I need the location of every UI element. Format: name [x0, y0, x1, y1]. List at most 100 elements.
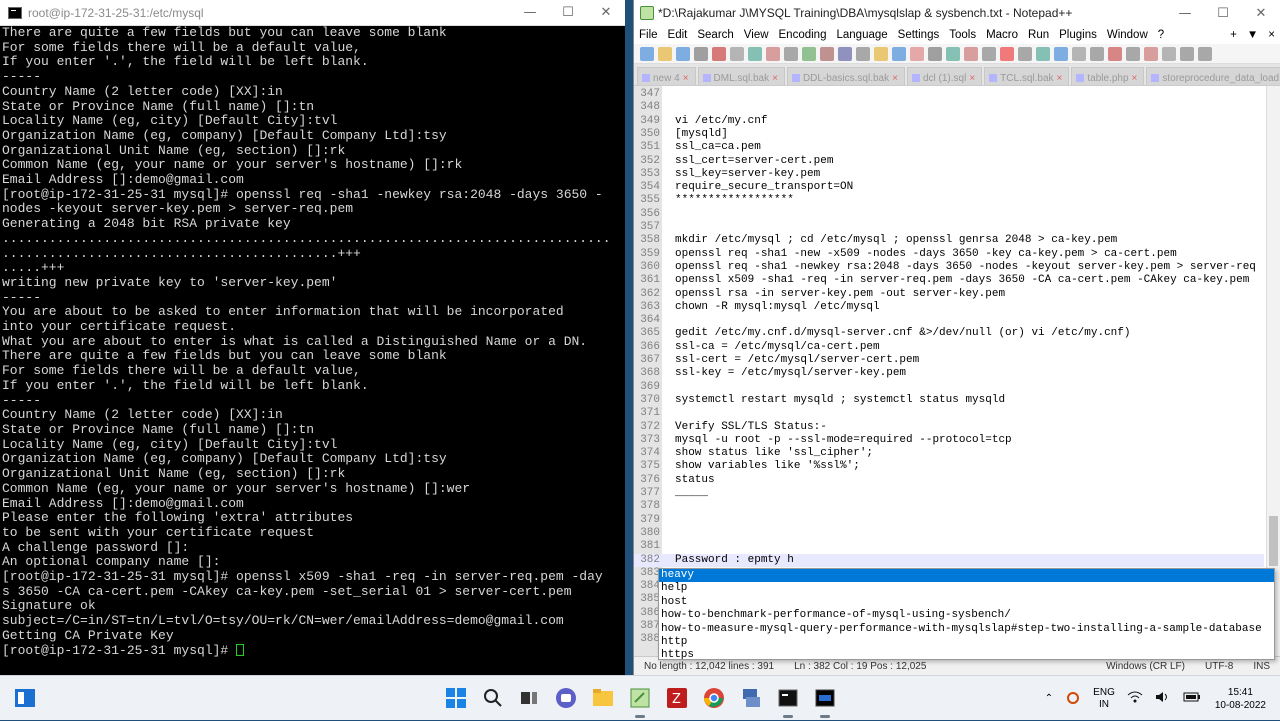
autocomplete-item[interactable]: http: [659, 636, 1274, 649]
menu-right-control[interactable]: +: [1225, 29, 1242, 41]
toolbar-button-icon[interactable]: [694, 46, 708, 61]
chrome-icon[interactable]: [701, 685, 727, 711]
toolbar-button-icon[interactable]: [910, 46, 924, 61]
menu-plugins[interactable]: Plugins: [1054, 29, 1102, 41]
editor-line[interactable]: 375 show variables like '%ssl%';: [634, 460, 1264, 473]
file-tab[interactable]: dcl (1).sql ×: [906, 67, 983, 85]
file-tab[interactable]: new 4 ×: [637, 67, 696, 85]
editor-line[interactable]: 365 gedit /etc/my.cnf.d/mysql-server.cnf …: [634, 327, 1264, 340]
toolbar-button-icon[interactable]: [874, 46, 888, 61]
desktop-switcher-icon[interactable]: [12, 685, 38, 711]
editor-line[interactable]: 361 openssl x509 -sha1 -req -in server-re…: [634, 274, 1264, 287]
menu-file[interactable]: File: [634, 29, 663, 41]
minimize-button[interactable]: —: [511, 0, 549, 26]
filezilla-icon[interactable]: Z: [664, 685, 690, 711]
file-tab[interactable]: table.php ×: [1071, 67, 1145, 85]
editor-line[interactable]: 380: [634, 527, 1264, 540]
menu-run[interactable]: Run: [1023, 29, 1054, 41]
toolbar-button-icon[interactable]: [1018, 46, 1032, 61]
npp-maximize-button[interactable]: ☐: [1204, 0, 1242, 26]
toolbar-button-icon[interactable]: [640, 46, 654, 61]
editor-line[interactable]: 362 openssl rsa -in server-key.pem -out s…: [634, 288, 1264, 301]
toolbar-button-icon[interactable]: [1036, 46, 1050, 61]
autocomplete-item[interactable]: how-to-measure-mysql-query-performance-w…: [659, 623, 1274, 636]
chevron-up-icon[interactable]: ⌃: [1039, 693, 1059, 704]
terminal-window[interactable]: root@ip-172-31-25-31:/etc/mysql — ☐ ✕ Th…: [0, 0, 625, 675]
battery-icon[interactable]: [1177, 692, 1207, 705]
menu-right-control[interactable]: ▼: [1242, 29, 1263, 41]
task-view-icon[interactable]: [516, 685, 542, 711]
editor-line[interactable]: 367 ssl-cert = /etc/mysql/server-cert.pem: [634, 354, 1264, 367]
clock[interactable]: 15:41 10-08-2022: [1207, 686, 1280, 712]
menu-window[interactable]: Window: [1102, 29, 1153, 41]
search-icon[interactable]: [480, 685, 506, 711]
editor-line[interactable]: 349 vi /etc/my.cnf: [634, 115, 1264, 128]
editor-line[interactable]: 355 ******************: [634, 194, 1264, 207]
toolbar-button-icon[interactable]: [658, 46, 672, 61]
npp-titlebar[interactable]: *D:\Rajakumar J\MYSQL Training\DBA\mysql…: [634, 0, 1280, 26]
menu-edit[interactable]: Edit: [663, 29, 693, 41]
tab-close-icon[interactable]: ×: [772, 73, 778, 84]
editor-line[interactable]: 347: [634, 88, 1264, 101]
editor-line[interactable]: 381: [634, 540, 1264, 553]
toolbar-button-icon[interactable]: [1000, 46, 1014, 61]
editor-line[interactable]: 377 _____: [634, 487, 1264, 500]
editor-line[interactable]: 359 openssl req -sha1 -new -x509 -nodes -…: [634, 248, 1264, 261]
file-tab[interactable]: storeprocedure_data_load.sql×: [1146, 67, 1280, 85]
putty-icon[interactable]: [738, 685, 764, 711]
tab-close-icon[interactable]: ×: [892, 73, 898, 84]
terminal-taskbar-icon[interactable]: [775, 685, 801, 718]
toolbar-button-icon[interactable]: [748, 46, 762, 61]
editor-line[interactable]: 348: [634, 101, 1264, 114]
file-tab[interactable]: DDL-basics.sql.bak ×: [786, 67, 905, 85]
autocomplete-list[interactable]: heavy help host how-to-benchmark-performanc…: [658, 568, 1275, 660]
menu-language[interactable]: Language: [831, 29, 892, 41]
close-button[interactable]: ✕: [587, 0, 625, 26]
tab-close-icon[interactable]: ×: [683, 73, 689, 84]
menu-settings[interactable]: Settings: [893, 29, 945, 41]
teams-chat-icon[interactable]: [553, 685, 579, 711]
editor-line[interactable]: 356: [634, 208, 1264, 221]
autocomplete-item[interactable]: https: [659, 649, 1274, 659]
notepad-plus-plus-taskbar-icon[interactable]: [627, 685, 653, 718]
toolbar-button-icon[interactable]: [1198, 46, 1212, 61]
autocomplete-item[interactable]: heavy: [659, 569, 1274, 583]
editor-line[interactable]: 369: [634, 381, 1264, 394]
editor-line[interactable]: 352 ssl_cert=server-cert.pem: [634, 155, 1264, 168]
toolbar-button-icon[interactable]: [1090, 46, 1104, 61]
toolbar-button-icon[interactable]: [1144, 46, 1158, 61]
toolbar-button-icon[interactable]: [838, 46, 852, 61]
editor-line[interactable]: 353 ssl_key=server-key.pem: [634, 168, 1264, 181]
editor-line[interactable]: 364: [634, 314, 1264, 327]
windows-start-icon[interactable]: [443, 685, 469, 711]
autocomplete-item[interactable]: host: [659, 596, 1274, 609]
editor-line[interactable]: 357: [634, 221, 1264, 234]
tab-close-icon[interactable]: ×: [1132, 73, 1138, 84]
autocomplete-item[interactable]: help: [659, 582, 1274, 595]
editor-line[interactable]: 366 ssl-ca = /etc/mysql/ca-cert.pem: [634, 341, 1264, 354]
editor-line[interactable]: 373 mysql -u root -p --ssl-mode=required …: [634, 434, 1264, 447]
terminal-prompt-line[interactable]: [root@ip-172-31-25-31 mysql]#: [2, 643, 623, 659]
toolbar-button-icon[interactable]: [1162, 46, 1176, 61]
editor-line[interactable]: 371: [634, 407, 1264, 420]
menu-tools[interactable]: Tools: [944, 29, 981, 41]
volume-icon[interactable]: [1149, 691, 1177, 706]
tab-close-icon[interactable]: ×: [1057, 73, 1063, 84]
editor-line[interactable]: 378: [634, 500, 1264, 513]
editor-line[interactable]: 374 show status like 'ssl_cipher';: [634, 447, 1264, 460]
npp-close-button[interactable]: ✕: [1242, 0, 1280, 26]
terminal-titlebar[interactable]: root@ip-172-31-25-31:/etc/mysql — ☐ ✕: [0, 0, 625, 26]
menu-view[interactable]: View: [739, 29, 774, 41]
toolbar-button-icon[interactable]: [892, 46, 906, 61]
editor-line[interactable]: 363 chown -R mysql:mysql /etc/mysql: [634, 301, 1264, 314]
toolbar-button-icon[interactable]: [946, 46, 960, 61]
tab-close-icon[interactable]: ×: [969, 73, 975, 84]
toolbar-button-icon[interactable]: [1126, 46, 1140, 61]
editor-line[interactable]: 354 require_secure_transport=ON: [634, 181, 1264, 194]
editor-line[interactable]: 358 mkdir /etc/mysql ; cd /etc/mysql ; op…: [634, 234, 1264, 247]
file-explorer-icon[interactable]: [590, 685, 616, 711]
toolbar-button-icon[interactable]: [1054, 46, 1068, 61]
autocomplete-item[interactable]: how-to-benchmark-performance-of-mysql-us…: [659, 609, 1274, 622]
toolbar-button-icon[interactable]: [982, 46, 996, 61]
wifi-icon[interactable]: [1121, 691, 1149, 706]
